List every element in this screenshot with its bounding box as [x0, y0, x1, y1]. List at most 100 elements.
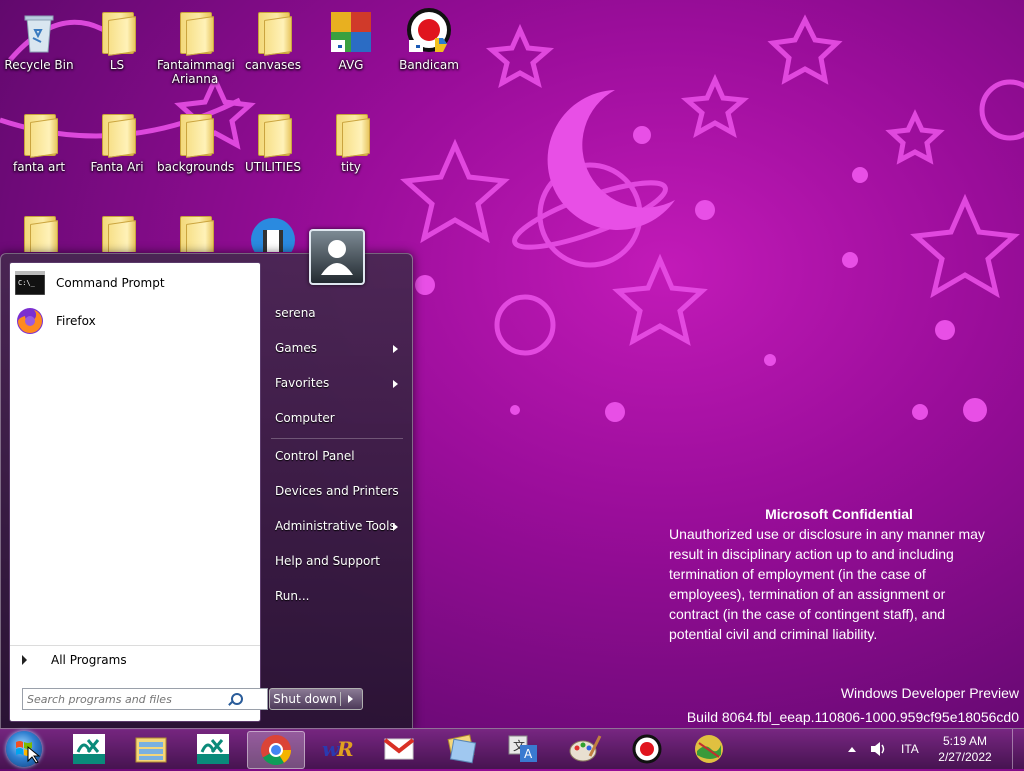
taskbar-app-chrome[interactable] [247, 731, 305, 769]
translate-icon: 文A [508, 735, 537, 762]
taskbar-app-bandicam[interactable] [619, 731, 675, 767]
windows-logo-icon [16, 741, 41, 764]
start-button[interactable] [6, 731, 42, 767]
taskbar-app-paint[interactable] [557, 731, 613, 767]
user-avatar[interactable] [309, 229, 365, 285]
desktop-icon-fanta-ari[interactable]: Fanta Ari [79, 110, 155, 174]
clock[interactable]: 5:19 AM 2/27/2022 [930, 733, 1000, 765]
taskbar-app-map[interactable] [681, 731, 737, 767]
help-label: Help and Support [275, 554, 380, 568]
bandicam-icon [632, 734, 662, 764]
folder-icon [178, 114, 212, 156]
desktop-icon-backgrounds[interactable]: backgrounds [157, 110, 235, 174]
control-panel-label: Control Panel [275, 449, 355, 463]
folder-icon [100, 216, 134, 252]
favorites-label: Favorites [275, 376, 330, 390]
start-link-devices-printers[interactable]: Devices and Printers [275, 484, 399, 498]
taskbar-app-gmail[interactable] [371, 731, 427, 767]
devices-label: Devices and Printers [275, 484, 399, 498]
user-icon [321, 240, 353, 275]
start-link-control-panel[interactable]: Control Panel [275, 449, 355, 463]
notice-line: result in disciplinary action up to and … [669, 546, 954, 562]
start-link-computer[interactable]: Computer [275, 411, 335, 425]
speaker-icon [871, 742, 885, 756]
recycle-bin-icon [24, 15, 54, 53]
folder-icon [100, 12, 134, 54]
taskbar-app-wr[interactable]: wR [309, 731, 365, 767]
start-link-admin-tools[interactable]: Administrative Tools [275, 519, 398, 533]
language-indicator[interactable]: ITA [901, 729, 919, 769]
user-name: serena [275, 306, 316, 320]
start-link-user[interactable]: serena [275, 306, 316, 320]
firefox-icon [14, 307, 46, 335]
desktop-icon-label: AVG [338, 58, 364, 72]
desktop-icon-label: Fanta Ari [90, 160, 144, 174]
start-item-label: Firefox [56, 314, 96, 328]
wr-icon: wR [322, 737, 354, 761]
svg-text:A: A [524, 747, 533, 761]
folder-icon [334, 114, 368, 156]
file-explorer-icon [135, 737, 167, 763]
desktop-icon-utilities[interactable]: UTILITIES [235, 110, 311, 174]
start-link-help-support[interactable]: Help and Support [275, 554, 380, 568]
svg-text:R: R [336, 737, 354, 761]
search-icon[interactable] [231, 693, 243, 705]
desktop-icon-label: backgrounds [157, 160, 235, 174]
folder-icon [256, 12, 290, 54]
taskbar-app-folders[interactable] [433, 731, 489, 767]
desktop-icon-canvases[interactable]: canvases [235, 8, 311, 72]
chrome-icon [261, 735, 291, 766]
taskbar-app-credit-agricole[interactable] [185, 731, 241, 767]
show-desktop-button[interactable] [1012, 729, 1024, 769]
start-menu: C:\_ Command Prompt Firefox All Programs… [0, 253, 413, 730]
desktop-icon-recycle-bin[interactable]: Recycle Bin [1, 8, 77, 72]
divider [271, 438, 403, 439]
notice-line: employees), termination of an assignment… [669, 586, 946, 602]
windows-build: Build 8064.fbl_eeap.110806-1000.959cf95e… [686, 709, 1019, 725]
shutdown-options-arrow-icon[interactable] [348, 695, 353, 703]
desktop-icon-fantaimmagi[interactable]: Fantaimmagi Arianna [157, 8, 235, 86]
folder-icon [256, 114, 290, 156]
shutdown-button[interactable]: Shut down [269, 688, 363, 710]
notice-line: contract (in the case of contingent staf… [669, 606, 946, 622]
desktop-icon-label: tity [341, 160, 361, 174]
windows-edition: Windows Developer Preview [840, 685, 1019, 701]
folder-icon [100, 114, 134, 156]
taskbar: wR 文A ITA 5:19 AM 2/27/2022 [0, 728, 1024, 769]
desktop-icon-ls[interactable]: LS [79, 8, 155, 72]
desktop-icon-fanta-art[interactable]: fanta art [1, 110, 77, 174]
desktop-icon-label: Bandicam [399, 58, 459, 72]
notice-title: Microsoft Confidential [765, 506, 913, 522]
desktop-icon-label: canvases [245, 58, 301, 72]
taskbar-app-explorer[interactable] [123, 731, 179, 767]
credit-agricole-icon [197, 734, 229, 764]
desktop-icon-label: Recycle Bin [4, 58, 74, 72]
desktop-icon-bandicam[interactable]: Bandicam [391, 8, 467, 72]
show-hidden-icons[interactable] [848, 729, 856, 769]
desktop-icon-video[interactable] [235, 212, 311, 252]
all-programs-label: All Programs [51, 653, 127, 667]
run-label: Run... [275, 589, 310, 603]
start-link-run[interactable]: Run... [275, 589, 309, 603]
shutdown-label: Shut down [270, 692, 341, 706]
computer-label: Computer [275, 411, 335, 425]
video-icon [251, 218, 295, 252]
taskbar-app-credit-agricole[interactable] [61, 731, 117, 767]
all-programs[interactable]: All Programs [10, 645, 260, 674]
volume-control[interactable] [869, 729, 887, 769]
folders-icon [447, 734, 477, 764]
desktop-icon-tity[interactable]: tity [313, 110, 389, 174]
start-item-firefox[interactable]: Firefox [10, 303, 260, 339]
start-link-games[interactable]: Games [275, 341, 398, 355]
desktop-icon-folder[interactable] [157, 212, 233, 252]
folder-icon [22, 114, 56, 156]
desktop-icon-avg[interactable]: AVG [313, 8, 389, 72]
gmail-icon [384, 738, 414, 760]
desktop-icon-folder[interactable] [1, 212, 77, 252]
taskbar-app-translate[interactable]: 文A [495, 731, 551, 767]
desktop-icon-folder[interactable] [79, 212, 155, 252]
start-item-command-prompt[interactable]: C:\_ Command Prompt [10, 265, 260, 301]
credit-agricole-icon [73, 734, 105, 764]
start-menu-places-pane: serena Games Favorites Computer Control … [263, 254, 411, 729]
start-link-favorites[interactable]: Favorites [275, 376, 398, 390]
